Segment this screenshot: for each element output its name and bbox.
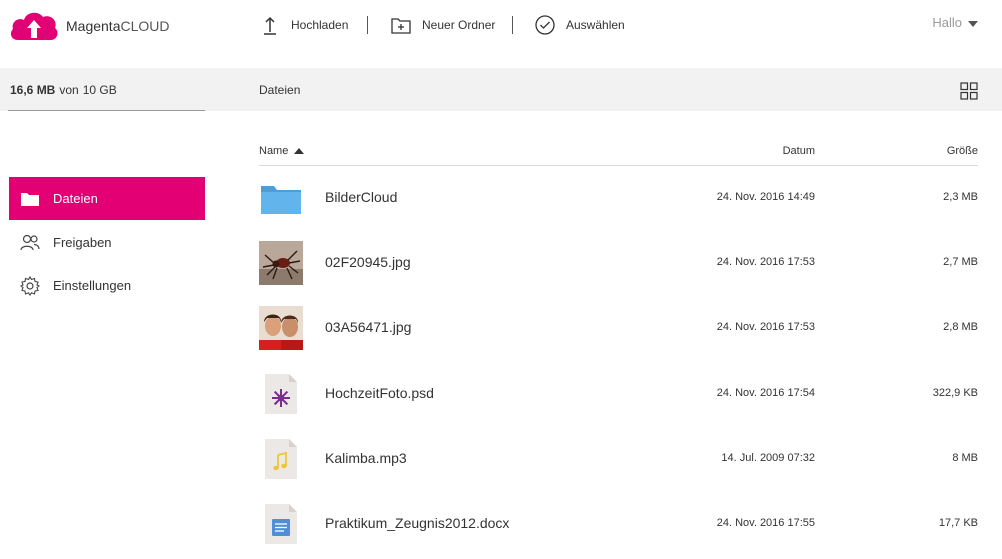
gear-icon [19, 275, 41, 296]
sort-ascending-icon [294, 148, 305, 154]
file-size: 17,7 KB [938, 517, 978, 529]
file-size: 322,9 KB [932, 387, 978, 399]
sidebar-item-label: Freigaben [53, 235, 112, 250]
upload-label: Hochladen [291, 18, 349, 32]
new-folder-button[interactable]: Neuer Ordner [390, 13, 495, 37]
file-date: 24. Nov. 2016 14:49 [716, 191, 815, 203]
sidebar-item-label: Einstellungen [53, 278, 132, 293]
select-label: Auswählen [566, 18, 625, 32]
breadcrumb-bar [205, 68, 1002, 111]
table-row[interactable]: 02F20945.jpg 24. Nov. 2016 17:53 2,7 MB [259, 235, 978, 291]
file-date: 24. Nov. 2016 17:53 [716, 256, 815, 268]
storage-used: 16,6 MB [10, 83, 56, 97]
chevron-down-icon [968, 20, 978, 27]
file-size: 2,3 MB [943, 191, 978, 203]
storage-meter [8, 110, 205, 111]
file-date: 24. Nov. 2016 17:53 [716, 321, 815, 333]
table-row[interactable]: BilderCloud 24. Nov. 2016 14:49 2,3 MB [259, 170, 978, 226]
header-divider [259, 165, 978, 166]
file-size: 8 MB [952, 452, 978, 464]
magenta-cloud-logo[interactable] [8, 8, 60, 44]
toolbar-divider [367, 16, 368, 34]
folder-icon [21, 192, 39, 206]
audio-file-icon [265, 439, 297, 479]
brand-name-main: Magenta [66, 18, 121, 34]
folder-icon [261, 186, 301, 214]
table-row[interactable]: 03A56471.jpg 24. Nov. 2016 17:53 2,8 MB [259, 300, 978, 356]
top-bar: MagentaCLOUD Hochladen Neuer Ordner Ausw… [0, 0, 1002, 50]
upload-button[interactable]: Hochladen [259, 13, 348, 37]
spider-photo-thumbnail [259, 241, 303, 285]
table-row[interactable]: Praktikum_Zeugnis2012.docx 24. Nov. 2016… [259, 496, 978, 552]
select-button[interactable]: Auswählen [534, 13, 625, 37]
column-header-size[interactable]: Größe [900, 145, 978, 157]
file-date: 24. Nov. 2016 17:55 [716, 517, 815, 529]
file-name[interactable]: BilderCloud [325, 189, 397, 205]
psd-file-icon [265, 374, 297, 414]
file-size: 2,7 MB [943, 256, 978, 268]
storage-total: 10 GB [82, 83, 117, 97]
column-header-date[interactable]: Datum [700, 145, 815, 157]
file-size: 2,8 MB [943, 321, 978, 333]
storage-of: von [59, 83, 79, 97]
column-header-name[interactable]: Name [259, 145, 305, 157]
sidebar-item-dateien[interactable]: Dateien [9, 177, 205, 220]
table-row[interactable]: Kalimba.mp3 14. Jul. 2009 07:32 8 MB [259, 431, 978, 487]
document-file-icon [265, 504, 297, 544]
file-date: 14. Jul. 2009 07:32 [721, 452, 815, 464]
user-menu[interactable]: Hallo [932, 15, 978, 30]
new-folder-label: Neuer Ordner [422, 18, 496, 32]
toolbar-divider [512, 16, 513, 34]
sidebar-item-einstellungen[interactable]: Einstellungen [9, 264, 205, 307]
sidebar-item-freigaben[interactable]: Freigaben [9, 221, 205, 264]
storage-usage: 16,6 MB von 10 GB [10, 83, 117, 97]
file-date: 24. Nov. 2016 17:54 [716, 387, 815, 399]
file-name[interactable]: HochzeitFoto.psd [325, 385, 434, 401]
user-greeting: Hallo [932, 15, 962, 30]
users-icon [20, 234, 40, 250]
table-row[interactable]: HochzeitFoto.psd 24. Nov. 2016 17:54 322… [259, 366, 978, 422]
people-photo-thumbnail [259, 306, 303, 350]
file-name[interactable]: Praktikum_Zeugnis2012.docx [325, 515, 509, 531]
grid-view-icon[interactable] [960, 82, 978, 100]
sidebar-item-label: Dateien [53, 191, 98, 206]
brand-name-suffix: CLOUD [120, 18, 170, 34]
check-circle-icon [535, 15, 555, 35]
brand-name: MagentaCLOUD [66, 18, 170, 34]
upload-icon [264, 16, 276, 35]
breadcrumb[interactable]: Dateien [259, 83, 300, 97]
file-name[interactable]: Kalimba.mp3 [325, 450, 407, 466]
new-folder-icon [391, 18, 411, 34]
file-name[interactable]: 03A56471.jpg [325, 319, 411, 335]
file-name[interactable]: 02F20945.jpg [325, 254, 411, 270]
column-header-name-label: Name [259, 145, 289, 157]
